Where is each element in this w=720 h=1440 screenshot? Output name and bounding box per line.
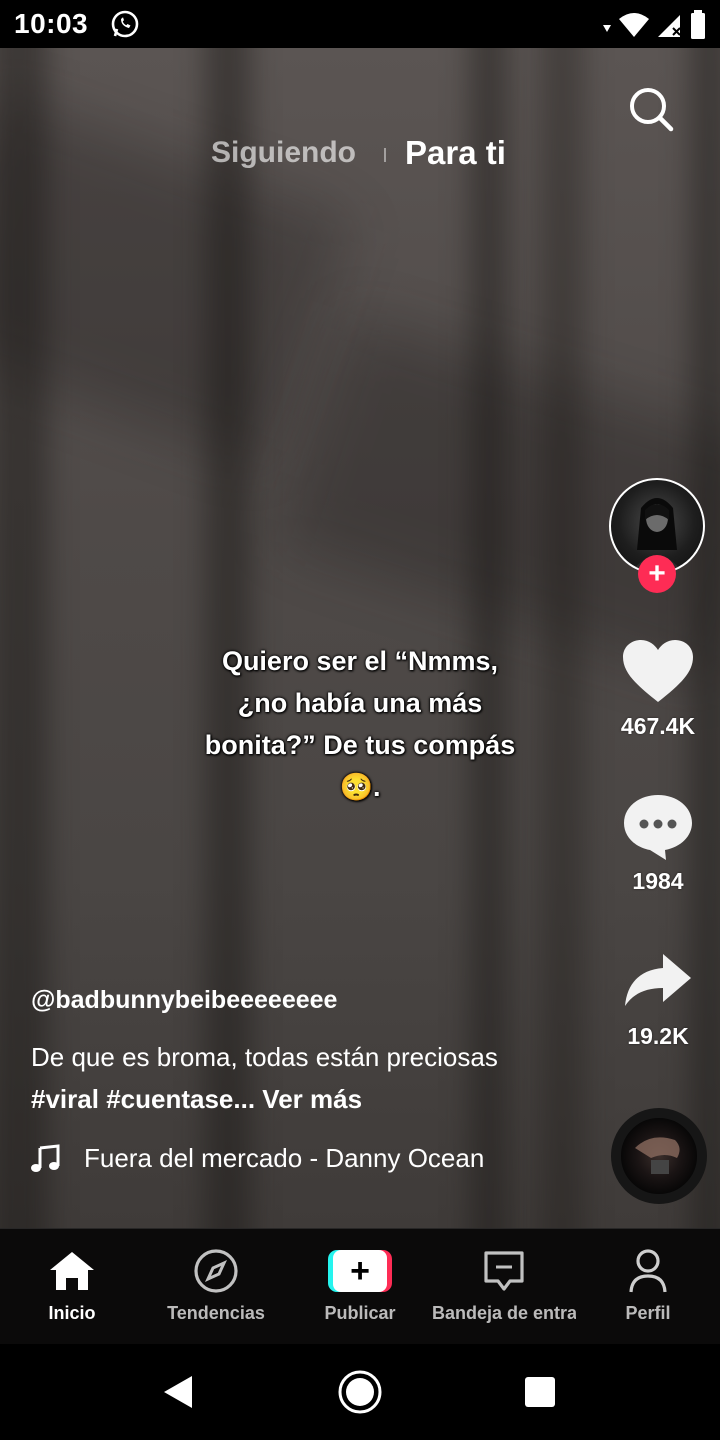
nav-publish[interactable]: + Publicar xyxy=(288,1247,432,1324)
back-icon[interactable] xyxy=(160,1374,196,1410)
wifi-icon xyxy=(619,13,649,37)
home-icon xyxy=(50,1252,94,1290)
post-username[interactable]: @badbunnybeibeeeeeeee xyxy=(31,986,337,1015)
home-button-icon[interactable] xyxy=(337,1369,383,1415)
data-arrow-icon xyxy=(603,25,611,32)
profile-icon xyxy=(629,1249,667,1293)
description-text: De que es broma, todas están preciosas xyxy=(31,1042,498,1072)
tab-for-you[interactable]: Para ti xyxy=(405,134,506,172)
overlay-line-1: Quiero ser el “Nmms, xyxy=(221,646,499,676)
battery-icon xyxy=(691,10,705,39)
status-time: 10:03 xyxy=(14,8,89,39)
follow-plus-button[interactable]: + xyxy=(638,555,676,593)
tab-divider xyxy=(384,148,386,162)
status-bar: 10:03 xyxy=(0,0,720,48)
like-action[interactable]: 467.4K xyxy=(606,638,710,740)
heart-icon xyxy=(623,640,693,702)
search-icon[interactable] xyxy=(626,84,676,134)
comment-action[interactable]: 1984 xyxy=(606,793,710,895)
nav-profile[interactable]: Perfil xyxy=(576,1247,720,1324)
nav-home-label: Inicio xyxy=(48,1303,96,1323)
overlay-line-2: ¿no había una más xyxy=(237,688,483,718)
music-cover-image xyxy=(635,1137,680,1174)
inbox-icon xyxy=(484,1251,524,1291)
see-more-link[interactable]: Ver más xyxy=(262,1084,362,1114)
share-icon xyxy=(625,954,691,1006)
overlay-line-3: bonita?” De tus compás xyxy=(204,730,516,760)
plus-icon: + xyxy=(648,557,666,590)
comment-count: 1984 xyxy=(632,868,684,894)
nav-inbox-label: Bandeja de entra xyxy=(432,1303,576,1323)
publish-button[interactable]: + xyxy=(328,1250,392,1292)
nav-home[interactable]: Inicio xyxy=(0,1247,144,1324)
video-overlay-text: Quiero ser el “Nmms, ¿no había una más b… xyxy=(170,640,550,808)
bottom-navigation: Inicio Tendencias + Publicar Bandeja de … xyxy=(0,1228,720,1344)
share-count: 19.2K xyxy=(627,1023,689,1049)
like-count: 467.4K xyxy=(620,713,696,739)
nav-publish-label: Publicar xyxy=(324,1303,396,1323)
hashtag-link[interactable]: #viral xyxy=(31,1084,99,1114)
tab-following[interactable]: Siguiendo xyxy=(211,136,356,170)
whatsapp-icon xyxy=(111,10,139,38)
recents-icon[interactable] xyxy=(524,1376,556,1408)
feed-tabs: Siguiendo Para ti xyxy=(0,132,720,176)
plus-icon: + xyxy=(333,1250,387,1292)
music-title: Fuera del mercado - Danny Ocean xyxy=(84,1143,485,1173)
music-info[interactable]: Fuera del mercado - Danny Ocean xyxy=(30,1143,484,1174)
share-action[interactable]: 19.2K xyxy=(606,952,710,1050)
music-disc[interactable] xyxy=(611,1108,707,1204)
comment-icon xyxy=(624,795,692,860)
compass-icon xyxy=(194,1249,238,1293)
nav-inbox[interactable]: Bandeja de entra xyxy=(432,1247,576,1324)
post-description: De que es broma, todas están preciosas #… xyxy=(31,1036,551,1120)
hashtag-link[interactable]: #cuentase... xyxy=(106,1084,255,1114)
nav-profile-label: Perfil xyxy=(625,1303,671,1323)
system-navigation-bar xyxy=(0,1344,720,1440)
music-note-icon xyxy=(31,1143,60,1172)
nav-trending[interactable]: Tendencias xyxy=(144,1247,288,1324)
overlay-line-4: 🥺. xyxy=(339,772,381,802)
status-icons xyxy=(602,10,706,40)
nav-trending-label: Tendencias xyxy=(167,1303,265,1323)
signal-icon xyxy=(658,15,681,37)
